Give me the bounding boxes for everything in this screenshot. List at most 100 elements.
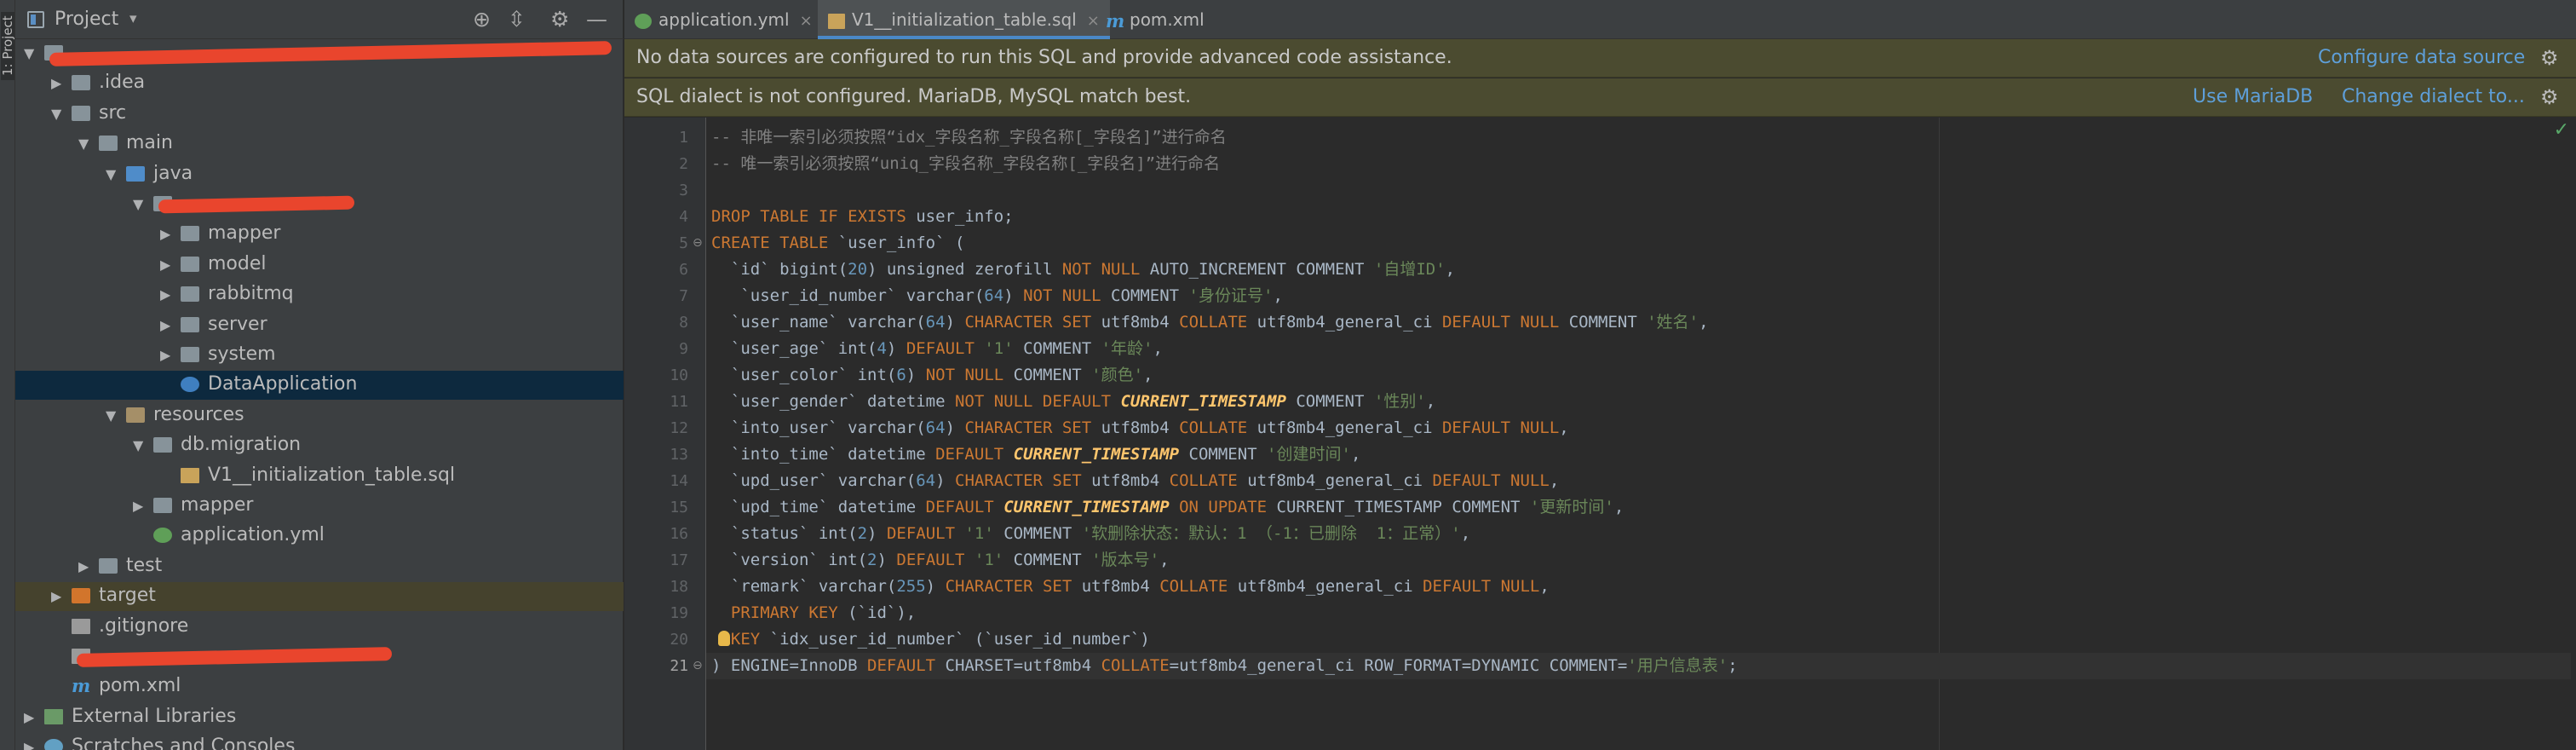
tree-item[interactable]: ▶ system: [15, 341, 624, 370]
code-token: utf8mb4: [1081, 577, 1160, 596]
code-line[interactable]: `id` bigint(20) unsigned zerofill NOT NU…: [711, 257, 1455, 283]
fold-icon[interactable]: ⊖: [693, 236, 703, 250]
code-line[interactable]: `upd_time` datetime DEFAULT CURRENT_TIME…: [711, 494, 1624, 521]
code-line[interactable]: PRIMARY KEY (`id`),: [711, 600, 916, 626]
tree-item[interactable]: m pom.xml: [15, 672, 624, 701]
minimize-icon[interactable]: —: [586, 7, 607, 32]
code-editor[interactable]: -- 非唯一索引必须按照“idx_字段名称_字段名称[_字段名]”进行命名 -- …: [706, 118, 2571, 750]
close-icon[interactable]: ×: [800, 2, 813, 41]
tree-item[interactable]: ▶ server: [15, 311, 624, 340]
tree-item[interactable]: ▶ Scratches and Consoles: [15, 733, 624, 750]
code-token: `id` bigint(: [711, 260, 848, 279]
chevron-down-icon[interactable]: ▼: [24, 45, 34, 61]
tree-item[interactable]: ▼ java: [15, 160, 624, 189]
code-line[interactable]: KEY `idx_user_id_number` (`user_id_numbe…: [711, 626, 1150, 653]
tree-item[interactable]: ▼ src: [15, 100, 624, 129]
code-line[interactable]: `user_gender` datetime NOT NULL DEFAULT …: [711, 389, 1435, 415]
tree-item[interactable]: ▶ test: [15, 552, 624, 581]
change-dialect-link[interactable]: Change dialect to...: [2342, 86, 2525, 107]
chevron-right-icon[interactable]: ▶: [78, 558, 89, 574]
code-token: =utf8mb4_general_ci ROW_FORMAT=DYNAMIC C…: [1169, 656, 1628, 675]
chevron-down-icon[interactable]: ▼: [133, 196, 143, 212]
tree-item[interactable]: [15, 643, 624, 672]
chevron-right-icon[interactable]: ▶: [160, 257, 170, 273]
chevron-right-icon[interactable]: ▶: [51, 588, 61, 604]
code-line[interactable]: `remark` varchar(255) CHARACTER SET utf8…: [711, 574, 1550, 600]
code-line[interactable]: `upd_user` varchar(64) CHARACTER SET utf…: [711, 468, 1559, 494]
collapse-icon[interactable]: ⇳: [508, 7, 526, 32]
chevron-right-icon[interactable]: ▶: [24, 709, 34, 725]
code-line[interactable]: `into_time` datetime DEFAULT CURRENT_TIM…: [711, 441, 1361, 468]
tree-item[interactable]: .gitignore: [15, 613, 624, 642]
line-number-gutter[interactable]: 1 2 3 4 5 6 7 8 9 10 11 12 13 14 15 16 17 18 19 20 21 ⊖ ⊖: [624, 118, 706, 750]
project-panel-title[interactable]: Project: [55, 9, 118, 30]
line-number: 11: [670, 393, 688, 411]
tree-item[interactable]: ▼ db.migration: [15, 431, 624, 460]
code-line[interactable]: -- 唯一索引必须按照“uniq_字段名称_字段名称[_字段名]”进行命名: [711, 151, 1220, 177]
tree-item[interactable]: ▶ mapper: [15, 492, 624, 521]
editor-tab[interactable]: application.yml ×: [624, 0, 823, 39]
configure-data-source-link[interactable]: Configure data source: [2318, 47, 2525, 68]
line-number: 8: [679, 314, 688, 332]
line-number: 15: [670, 499, 688, 516]
code-token: ON UPDATE: [1169, 498, 1277, 516]
chevron-right-icon[interactable]: ▶: [160, 317, 170, 333]
chevron-down-icon[interactable]: ▼: [106, 166, 116, 182]
tree-item[interactable]: ▶ External Libraries: [15, 703, 624, 732]
chevron-right-icon[interactable]: ▶: [160, 226, 170, 242]
chevron-right-icon[interactable]: ▶: [160, 347, 170, 363]
package-icon: [181, 256, 199, 272]
line-number: 9: [679, 340, 688, 358]
code-line[interactable]: `user_color` int(6) NOT NULL COMMENT '颜色…: [711, 362, 1153, 389]
settings-icon[interactable]: ⚙: [550, 7, 569, 32]
line-number: 21: [670, 657, 688, 675]
tree-item[interactable]: ▼: [15, 190, 624, 219]
folder-icon: [99, 557, 118, 574]
code-line[interactable]: `user_age` int(4) DEFAULT '1' COMMENT '年…: [711, 336, 1163, 362]
tree-item[interactable]: DataApplication: [15, 371, 624, 401]
chevron-down-icon[interactable]: ▾: [129, 10, 137, 27]
line-number: 10: [670, 366, 688, 384]
code-line[interactable]: `user_name` varchar(64) CHARACTER SET ut…: [711, 309, 1709, 336]
tree-item[interactable]: ▶ rabbitmq: [15, 280, 624, 309]
tree-item[interactable]: V1__initialization_table.sql: [15, 462, 624, 491]
editor-tab[interactable]: V1__initialization_table.sql ×: [818, 0, 1110, 39]
chevron-down-icon[interactable]: ▼: [78, 136, 89, 152]
tree-item[interactable]: ▼ resources: [15, 401, 624, 430]
tree-item[interactable]: ▼: [15, 39, 624, 68]
tree-item[interactable]: ▼ main: [15, 130, 624, 159]
code-line[interactable]: `status` int(2) DEFAULT '1' COMMENT '软删除…: [711, 521, 1470, 547]
editor-tab[interactable]: m pom.xml: [1095, 0, 1215, 39]
code-line[interactable]: DROP TABLE IF EXISTS user_info;: [711, 204, 1014, 230]
chevron-down-icon[interactable]: ▼: [51, 106, 61, 122]
gear-icon[interactable]: ⚙: [2540, 85, 2559, 109]
chevron-down-icon[interactable]: ▼: [133, 437, 143, 453]
project-tool-button[interactable]: 1: Project: [0, 12, 15, 80]
code-token: AUTO_INCREMENT COMMENT: [1149, 260, 1374, 279]
chevron-right-icon[interactable]: ▶: [51, 75, 61, 91]
code-token: ): [867, 524, 887, 543]
folder-icon: [153, 437, 172, 453]
lightbulb-icon[interactable]: [718, 631, 730, 646]
tree-item[interactable]: ▶ mapper: [15, 220, 624, 249]
chevron-down-icon[interactable]: ▼: [106, 407, 116, 424]
fold-icon[interactable]: ⊖: [693, 659, 703, 672]
tree-item-label: mapper: [181, 494, 254, 516]
code-line[interactable]: -- 非唯一索引必须按照“idx_字段名称_字段名称[_字段名]”进行命名: [711, 124, 1227, 151]
tree-item[interactable]: application.yml: [15, 522, 624, 551]
chevron-right-icon[interactable]: ▶: [160, 286, 170, 303]
gear-icon[interactable]: ⚙: [2540, 46, 2559, 70]
code-line[interactable]: `into_user` varchar(64) CHARACTER SET ut…: [711, 415, 1569, 441]
chevron-right-icon[interactable]: ▶: [133, 498, 143, 514]
code-line[interactable]: `user_id_number` varchar(64) NOT NULL CO…: [711, 283, 1283, 309]
use-mariadb-link[interactable]: Use MariaDB: [2193, 86, 2313, 107]
tree-item[interactable]: ▶ model: [15, 251, 624, 280]
tree-item[interactable]: ▶ target: [15, 582, 624, 612]
code-line[interactable]: `version` int(2) DEFAULT '1' COMMENT '版本…: [711, 547, 1170, 574]
chevron-right-icon[interactable]: ▶: [24, 739, 34, 750]
code-line[interactable]: ) ENGINE=InnoDB DEFAULT CHARSET=utf8mb4 …: [706, 653, 2571, 679]
tab-label: V1__initialization_table.sql: [852, 9, 1077, 30]
code-line[interactable]: CREATE TABLE `user_info` (: [711, 230, 964, 257]
tree-item[interactable]: ▶ .idea: [15, 69, 624, 98]
locate-icon[interactable]: ⊕: [473, 7, 491, 32]
